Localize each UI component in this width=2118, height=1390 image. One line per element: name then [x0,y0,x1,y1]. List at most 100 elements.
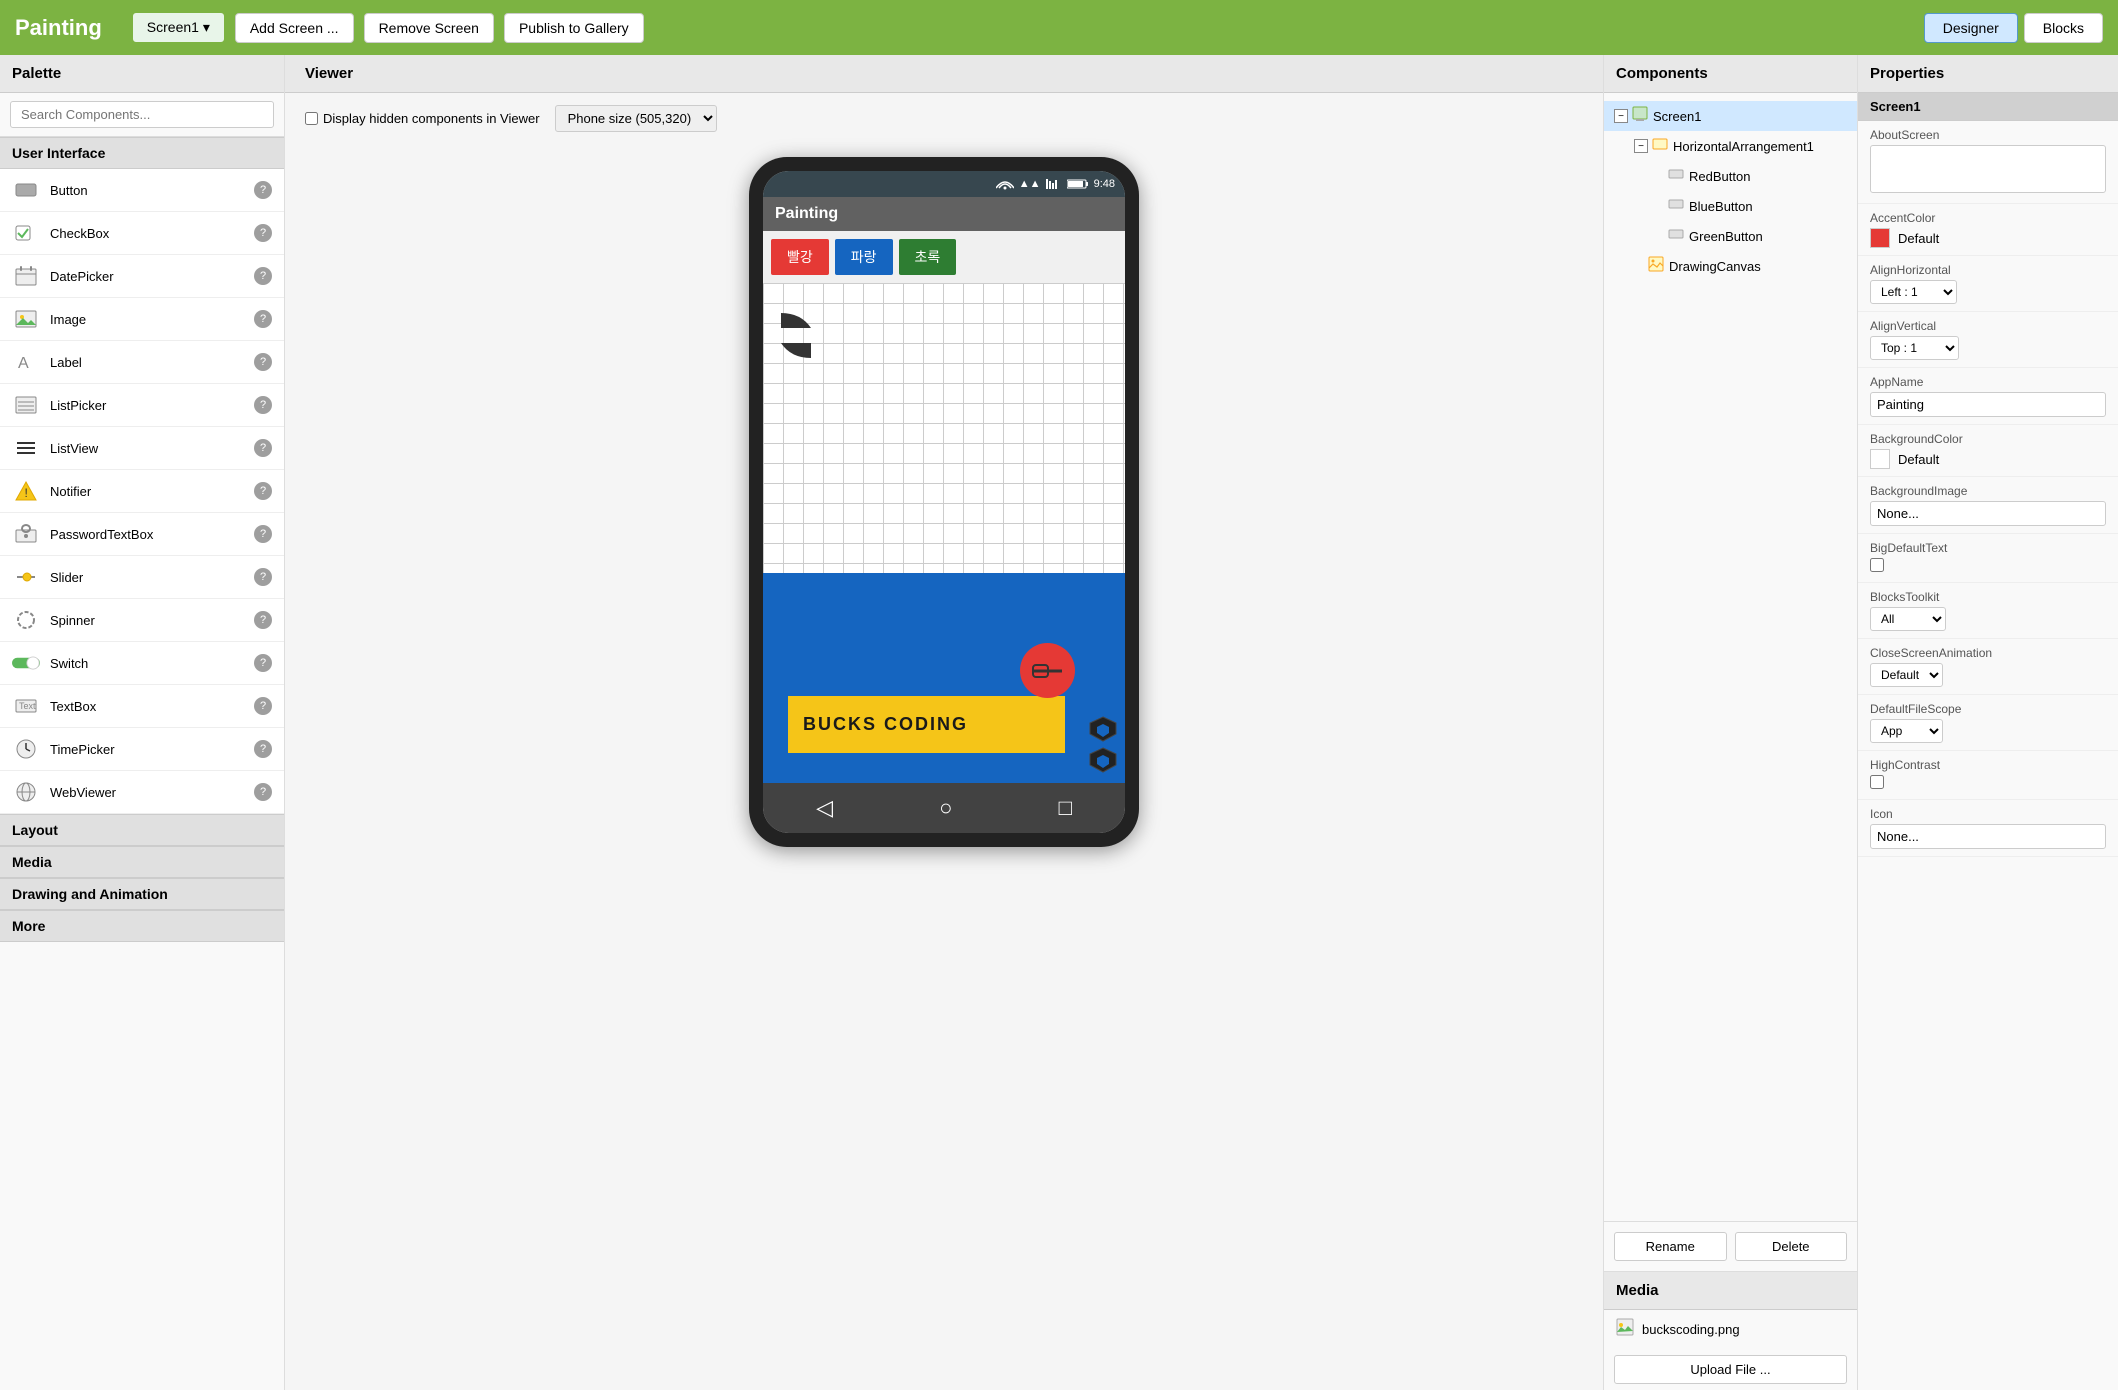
prop-aboutscreen-value[interactable] [1870,145,2106,193]
canvas-icon [1648,256,1664,276]
datepicker-help[interactable]: ? [254,267,272,285]
comp-label-canvas: DrawingCanvas [1669,259,1761,274]
palette-item-passwordtextbox[interactable]: PasswordTextBox ? [0,513,284,556]
prop-accentcolor-label: AccentColor [1870,211,2106,225]
webviewer-help[interactable]: ? [254,783,272,801]
notifier-label: Notifier [50,484,254,499]
section-media[interactable]: Media [0,846,284,878]
prop-appname-label: AppName [1870,375,2106,389]
comp-item-greenbtn[interactable]: GreenButton [1644,221,1857,251]
bgcolor-swatch[interactable] [1870,449,1890,469]
nav-recents-icon[interactable]: □ [1059,795,1072,821]
prop-closescreenanimation-select[interactable]: Default Fade Zoom [1870,663,1943,687]
switch-help[interactable]: ? [254,654,272,672]
display-hidden-checkbox[interactable] [305,112,318,125]
comp-toggle-screen1[interactable]: − [1614,109,1628,123]
canvas-blue-section: BUCKS CODING [763,573,1125,783]
prop-bigdefaulttext-checkbox[interactable] [1870,558,1884,572]
prop-alignhorizontal-select[interactable]: Left : 1 Right : 3 Center : 2 [1870,280,1957,304]
palette-item-textbox[interactable]: Text TextBox ? [0,685,284,728]
palette-item-listpicker[interactable]: ListPicker ? [0,384,284,427]
search-input[interactable] [10,101,274,128]
prop-accentcolor-value: Default [1870,228,2106,248]
prop-alignhorizontal: AlignHorizontal Left : 1 Right : 3 Cente… [1858,256,2118,312]
prop-accentcolor: AccentColor Default [1858,204,2118,256]
checkbox-help[interactable]: ? [254,224,272,242]
prop-icon-input[interactable] [1870,824,2106,849]
blocks-button[interactable]: Blocks [2024,13,2103,43]
palette-item-button[interactable]: Button ? [0,169,284,212]
notifier-help[interactable]: ? [254,482,272,500]
timepicker-icon [12,735,40,763]
label-help[interactable]: ? [254,353,272,371]
passwordtextbox-help[interactable]: ? [254,525,272,543]
accentcolor-swatch[interactable] [1870,228,1890,248]
prop-bgimage-input[interactable] [1870,501,2106,526]
palette-item-webviewer[interactable]: WebViewer ? [0,771,284,814]
spinner-help[interactable]: ? [254,611,272,629]
palette-item-label[interactable]: A Label ? [0,341,284,384]
prop-defaultfilescope-select[interactable]: App Shared Private Legacy [1870,719,1943,743]
spinner-label: Spinner [50,613,254,628]
button-help[interactable]: ? [254,181,272,199]
palette-item-listview[interactable]: ListView ? [0,427,284,470]
palette-item-checkbox[interactable]: CheckBox ? [0,212,284,255]
nav-back-icon[interactable]: ◁ [816,795,833,821]
timepicker-help[interactable]: ? [254,740,272,758]
slider-help[interactable]: ? [254,568,272,586]
palette-item-switch[interactable]: Switch ? [0,642,284,685]
bgcolor-text: Default [1898,452,1939,467]
image-help[interactable]: ? [254,310,272,328]
comp-item-redbtn[interactable]: RedButton [1644,161,1857,191]
datepicker-icon [12,262,40,290]
prop-closescreenanimation: CloseScreenAnimation Default Fade Zoom [1858,639,2118,695]
nav-home-icon[interactable]: ○ [939,795,952,821]
listview-help[interactable]: ? [254,439,272,457]
textbox-help[interactable]: ? [254,697,272,715]
palette-item-slider[interactable]: Slider ? [0,556,284,599]
prop-highcontrast-checkbox[interactable] [1870,775,1884,789]
phone-title-bar: Painting [763,197,1125,231]
prop-alignvertical-select[interactable]: Top : 1 Bottom : 3 Center : 2 [1870,336,1959,360]
designer-button[interactable]: Designer [1924,13,2018,43]
publish-button[interactable]: Publish to Gallery [504,13,644,43]
comp-toggle-ha1[interactable]: − [1634,139,1648,153]
screen-selector-button[interactable]: Screen1 ▾ [132,12,225,43]
viewer-header: Viewer [285,55,1603,93]
palette-item-notifier[interactable]: ! Notifier ? [0,470,284,513]
listpicker-help[interactable]: ? [254,396,272,414]
section-user-interface[interactable]: User Interface [0,137,284,169]
comp-item-screen1[interactable]: − Screen1 [1604,101,1857,131]
comp-item-bluebtn[interactable]: BlueButton [1644,191,1857,221]
bucks-box: BUCKS CODING [788,696,1065,753]
section-layout[interactable]: Layout [0,814,284,846]
phone-size-select[interactable]: Phone size (505,320) [555,105,717,132]
comp-item-canvas[interactable]: DrawingCanvas [1624,251,1857,281]
topbar: Painting Screen1 ▾ Add Screen ... Remove… [0,0,2118,55]
phone-green-btn[interactable]: 초록 [899,239,957,275]
slider-icon [12,563,40,591]
section-more[interactable]: More [0,910,284,942]
palette-item-datepicker[interactable]: DatePicker ? [0,255,284,298]
phone-canvas[interactable]: BUCKS CODING [763,283,1125,783]
prop-appname-input[interactable] [1870,392,2106,417]
phone-blue-btn[interactable]: 파랑 [835,239,893,275]
delete-button[interactable]: Delete [1735,1232,1848,1261]
upload-file-button[interactable]: Upload File ... [1614,1355,1847,1384]
prop-bgcolor: BackgroundColor Default [1858,425,2118,477]
prop-blockstoolkit-select[interactable]: All Minimal [1870,607,1946,631]
rename-button[interactable]: Rename [1614,1232,1727,1261]
webviewer-label: WebViewer [50,785,254,800]
palette-item-image[interactable]: Image ? [0,298,284,341]
section-drawing[interactable]: Drawing and Animation [0,878,284,910]
remove-screen-button[interactable]: Remove Screen [364,13,494,43]
add-screen-button[interactable]: Add Screen ... [235,13,354,43]
comp-item-ha1[interactable]: − HorizontalArrangement1 [1624,131,1857,161]
checkbox-label: CheckBox [50,226,254,241]
palette-item-spinner[interactable]: Spinner ? [0,599,284,642]
timepicker-label: TimePicker [50,742,254,757]
palette-item-timepicker[interactable]: TimePicker ? [0,728,284,771]
phone-red-btn[interactable]: 빨강 [771,239,829,275]
properties-selected-label: Screen1 [1858,93,2118,121]
checkbox-icon [12,219,40,247]
